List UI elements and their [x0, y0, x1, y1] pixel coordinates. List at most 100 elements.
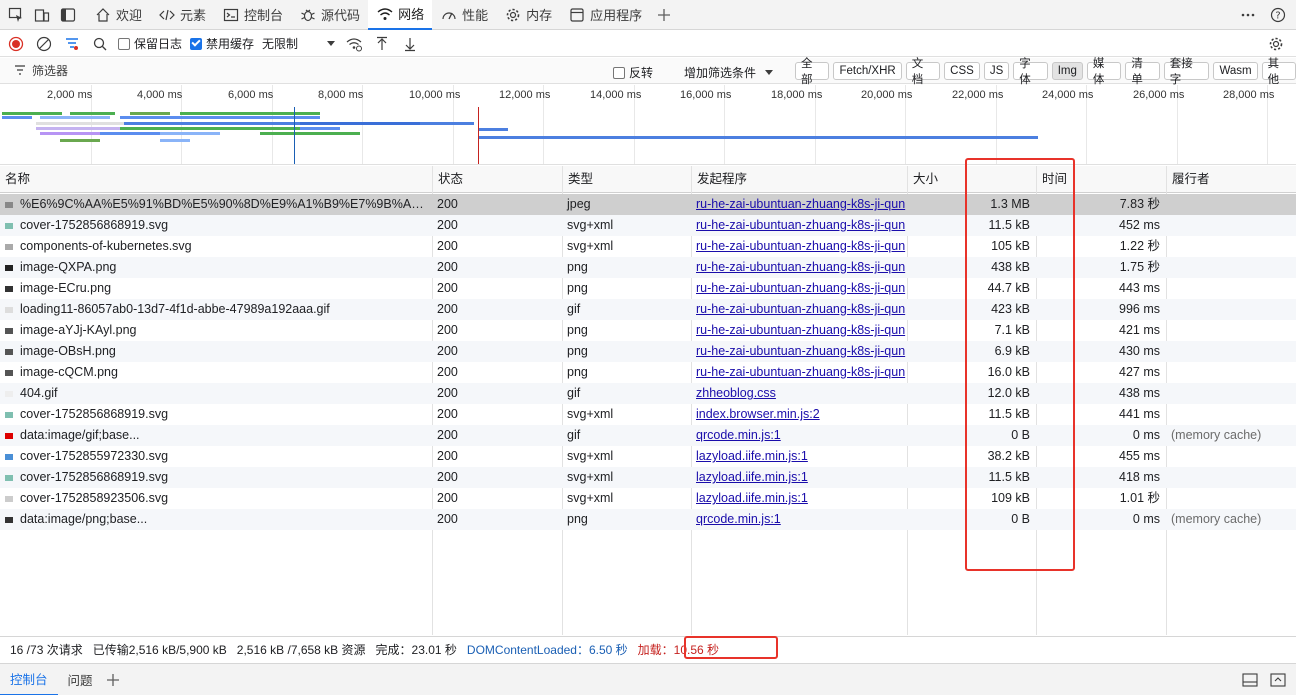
type-filter-chip[interactable]: CSS — [944, 62, 980, 80]
cell-initiator-text[interactable]: ru-he-zai-ubuntuan-zhuang-k8s-ji-qun — [696, 218, 905, 232]
cell-initiator[interactable]: ru-he-zai-ubuntuan-zhuang-k8s-ji-qun — [691, 362, 907, 383]
more-options-icon[interactable] — [1238, 5, 1258, 25]
cell-initiator[interactable]: qrcode.min.js:1 — [691, 509, 907, 530]
tab-wifi[interactable]: 网络 — [368, 0, 433, 30]
table-row[interactable]: cover-1752856868919.svg 200 svg+xml index.b… — [0, 404, 1296, 425]
type-filter-chip[interactable]: Fetch/XHR — [833, 62, 902, 80]
type-filter-chip[interactable]: 其他 — [1261, 58, 1296, 86]
cell-initiator[interactable]: lazyload.iife.min.js:1 — [691, 488, 907, 509]
add-tab-icon[interactable] — [654, 5, 674, 25]
timeline-overview[interactable]: 2,000 ms 4,000 ms 6,000 ms 8,000 ms 10,000 m… — [0, 85, 1296, 165]
invert-box[interactable] — [613, 66, 625, 79]
cell-initiator-text[interactable]: qrcode.min.js:1 — [696, 428, 781, 442]
cell-initiator-text[interactable]: ru-he-zai-ubuntuan-zhuang-k8s-ji-qun — [696, 260, 905, 274]
cell-initiator[interactable]: ru-he-zai-ubuntuan-zhuang-k8s-ji-qun — [691, 236, 907, 257]
cell-initiator-text[interactable]: ru-he-zai-ubuntuan-zhuang-k8s-ji-qun — [696, 302, 905, 316]
header-type[interactable]: 类型 — [562, 166, 691, 193]
cell-initiator[interactable]: ru-he-zai-ubuntuan-zhuang-k8s-ji-qun — [691, 194, 907, 215]
cell-initiator-text[interactable]: lazyload.iife.min.js:1 — [696, 470, 808, 484]
table-row[interactable]: cover-1752856868919.svg 200 svg+xml lazyloa… — [0, 467, 1296, 488]
import-har-icon[interactable] — [372, 34, 392, 54]
tab-code[interactable]: 元素 — [150, 0, 214, 30]
tab-app[interactable]: 应用程序 — [560, 0, 650, 30]
header-fulfilled-by[interactable]: 履行者 — [1166, 166, 1296, 193]
cell-initiator[interactable]: index.browser.min.js:2 — [691, 404, 907, 425]
preserve-log-box[interactable] — [118, 37, 130, 50]
table-row[interactable]: cover-1752856868919.svg 200 svg+xml ru-he-z… — [0, 215, 1296, 236]
table-row[interactable]: data:image/png;base... 200 png qrcode.min.j… — [0, 509, 1296, 530]
tab-console[interactable]: 控制台 — [214, 0, 291, 30]
cell-initiator-text[interactable]: ru-he-zai-ubuntuan-zhuang-k8s-ji-qun — [696, 197, 905, 211]
drawer-tab-issues[interactable]: 问题 — [58, 664, 103, 695]
tab-home[interactable]: 欢迎 — [86, 0, 150, 30]
header-status[interactable]: 状态 — [432, 166, 562, 193]
cell-initiator-text[interactable]: qrcode.min.js:1 — [696, 512, 781, 526]
settings-gear-icon[interactable] — [1266, 34, 1286, 54]
tab-gear[interactable]: 内存 — [496, 0, 560, 30]
cell-initiator-text[interactable]: ru-he-zai-ubuntuan-zhuang-k8s-ji-qun — [696, 344, 905, 358]
type-filter-chip[interactable]: 文档 — [905, 58, 941, 86]
header-initiator[interactable]: 发起程序 — [691, 166, 907, 193]
filter-toggle-icon[interactable] — [62, 34, 82, 54]
header-name[interactable]: 名称 — [0, 166, 432, 193]
drawer-tab-console[interactable]: 控制台 — [0, 664, 58, 695]
close-drawer-icon[interactable] — [1268, 670, 1288, 690]
table-row[interactable]: image-ECru.png 200 png ru-he-zai-ubuntuan-z… — [0, 278, 1296, 299]
cell-initiator-text[interactable]: index.browser.min.js:2 — [696, 407, 820, 421]
preserve-log-checkbox[interactable]: 保留日志 — [118, 35, 182, 52]
record-icon[interactable] — [6, 34, 26, 54]
cell-initiator-text[interactable]: ru-he-zai-ubuntuan-zhuang-k8s-ji-qun — [696, 239, 905, 253]
cell-initiator-text[interactable]: ru-he-zai-ubuntuan-zhuang-k8s-ji-qun — [696, 281, 905, 295]
cell-initiator-text[interactable]: ru-he-zai-ubuntuan-zhuang-k8s-ji-qun — [696, 365, 905, 379]
table-row[interactable]: image-QXPA.png 200 png ru-he-zai-ubuntuan-z… — [0, 257, 1296, 278]
tab-gauge[interactable]: 性能 — [432, 0, 496, 30]
cell-initiator[interactable]: ru-he-zai-ubuntuan-zhuang-k8s-ji-qun — [691, 299, 907, 320]
table-row[interactable]: image-aYJj-KAyl.png 200 png ru-he-zai-ubunt… — [0, 320, 1296, 341]
table-row[interactable]: %E6%9C%AA%E5%91%BD%E5%90%8D%E9%A1%B9%E7%… — [0, 194, 1296, 215]
cell-initiator[interactable]: lazyload.iife.min.js:1 — [691, 446, 907, 467]
type-filter-chip[interactable]: JS — [983, 62, 1010, 80]
type-filter-chip[interactable]: 套接字 — [1163, 58, 1210, 86]
cell-initiator[interactable]: ru-he-zai-ubuntuan-zhuang-k8s-ji-qun — [691, 320, 907, 341]
table-row[interactable]: 404.gif 200 gif zhheoblog.css 12.0 kB 438 ms — [0, 383, 1296, 404]
type-filter-chip[interactable]: 字体 — [1013, 58, 1048, 86]
invert-checkbox[interactable]: 反转 — [613, 64, 653, 81]
search-icon[interactable] — [90, 34, 110, 54]
type-filter-chip[interactable]: Img — [1051, 62, 1083, 80]
dock-drawer-icon[interactable] — [1240, 670, 1260, 690]
cell-initiator[interactable]: ru-he-zai-ubuntuan-zhuang-k8s-ji-qun — [691, 278, 907, 299]
cell-initiator[interactable]: qrcode.min.js:1 — [691, 425, 907, 446]
clear-icon[interactable] — [34, 34, 54, 54]
table-row[interactable]: image-cQCM.png 200 png ru-he-zai-ubuntuan-z… — [0, 362, 1296, 383]
type-filter-chip[interactable]: 清单 — [1125, 58, 1160, 86]
cell-initiator[interactable]: ru-he-zai-ubuntuan-zhuang-k8s-ji-qun — [691, 341, 907, 362]
add-filter-dropdown[interactable]: 增加筛选条件 — [684, 64, 774, 81]
table-row[interactable]: data:image/gif;base... 200 gif qrcode.min.j… — [0, 425, 1296, 446]
cell-initiator[interactable]: zhheoblog.css — [691, 383, 907, 404]
table-row[interactable]: components-of-kubernetes.svg 200 svg+xml ru… — [0, 236, 1296, 257]
dock-sidebar-icon[interactable] — [58, 5, 78, 25]
help-icon[interactable]: ? — [1268, 5, 1288, 25]
cell-initiator[interactable]: ru-he-zai-ubuntuan-zhuang-k8s-ji-qun — [691, 215, 907, 236]
throttle-select[interactable]: 无限制 — [262, 35, 336, 52]
filter-input[interactable]: 筛选器 — [0, 62, 600, 79]
cell-initiator-text[interactable]: lazyload.iife.min.js:1 — [696, 449, 808, 463]
cell-initiator-text[interactable]: lazyload.iife.min.js:1 — [696, 491, 808, 505]
export-har-icon[interactable] — [400, 34, 420, 54]
add-drawer-tab-icon[interactable] — [103, 670, 123, 690]
cell-initiator-text[interactable]: ru-he-zai-ubuntuan-zhuang-k8s-ji-qun — [696, 323, 905, 337]
tab-bug[interactable]: 源代码 — [291, 0, 368, 30]
device-toolbar-icon[interactable] — [32, 5, 52, 25]
cell-initiator[interactable]: ru-he-zai-ubuntuan-zhuang-k8s-ji-qun — [691, 257, 907, 278]
table-row[interactable]: cover-1752858923506.svg 200 svg+xml lazyloa… — [0, 488, 1296, 509]
network-conditions-icon[interactable] — [344, 34, 364, 54]
cell-initiator-text[interactable]: zhheoblog.css — [696, 386, 776, 400]
table-row[interactable]: cover-1752855972330.svg 200 svg+xml lazyloa… — [0, 446, 1296, 467]
table-row[interactable]: image-OBsH.png 200 png ru-he-zai-ubuntuan-z… — [0, 341, 1296, 362]
table-row[interactable]: loading11-86057ab0-13d7-4f1d-abbe-47989a… — [0, 299, 1296, 320]
type-filter-chip[interactable]: Wasm — [1213, 62, 1258, 80]
cell-initiator[interactable]: lazyload.iife.min.js:1 — [691, 467, 907, 488]
disable-cache-checkbox[interactable]: 禁用缓存 — [190, 35, 254, 52]
type-filter-chip[interactable]: 全部 — [795, 58, 830, 86]
type-filter-chip[interactable]: 媒体 — [1086, 58, 1122, 86]
